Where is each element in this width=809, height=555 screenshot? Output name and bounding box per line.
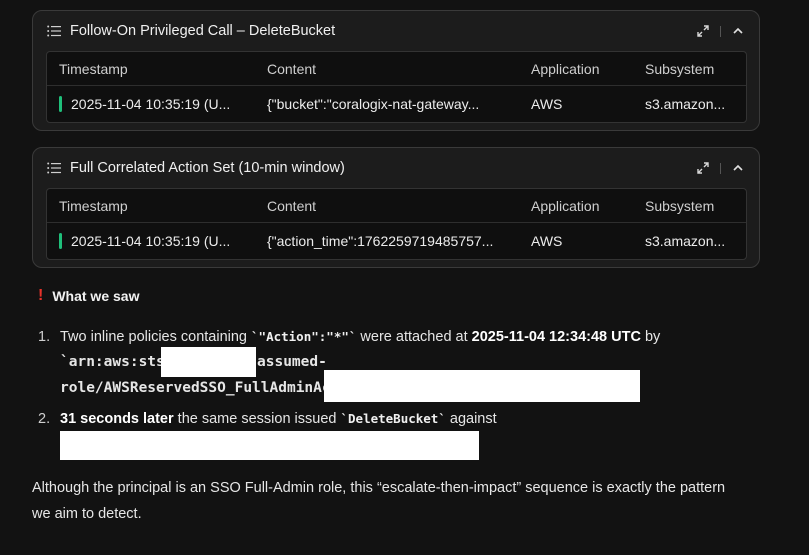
severity-indicator xyxy=(59,233,62,249)
expand-icon[interactable] xyxy=(694,22,712,40)
section-heading: ! What we saw xyxy=(38,287,139,305)
summary-paragraph: Although the principal is an SSO Full-Ad… xyxy=(32,475,792,527)
section-heading-text: What we saw xyxy=(52,288,140,304)
list-icon xyxy=(47,25,61,37)
widget-header: Follow-On Privileged Call – DeleteBucket xyxy=(33,11,759,51)
list-item: 31 seconds later the same session issued… xyxy=(60,406,760,432)
text: against xyxy=(445,411,497,427)
cell-application: AWS xyxy=(531,233,563,249)
table-header-row: Timestamp Content Application Subsystem xyxy=(47,52,746,86)
bold-text: 31 seconds later xyxy=(60,411,174,427)
widget-title: Full Correlated Action Set (10-min windo… xyxy=(70,160,345,176)
chevron-up-icon[interactable] xyxy=(729,22,747,40)
column-header-content[interactable]: Content xyxy=(257,198,519,214)
list-icon xyxy=(47,162,61,174)
summary-line: we aim to detect. xyxy=(32,506,142,522)
summary-line: Although the principal is an SSO Full-Ad… xyxy=(32,480,726,496)
table-header-row: Timestamp Content Application Subsystem xyxy=(47,189,746,223)
bold-text: 2025-11-04 12:34:48 UTC xyxy=(471,329,641,345)
text: were attached at xyxy=(356,329,472,345)
cell-subsystem: s3.amazon... xyxy=(645,233,726,249)
redacted-block xyxy=(161,347,256,377)
divider xyxy=(720,162,721,174)
table-row[interactable]: 2025-11-04 10:35:19 (U... {"bucket":"cor… xyxy=(47,86,746,122)
chevron-up-icon[interactable] xyxy=(729,159,747,177)
column-header-application[interactable]: Application xyxy=(519,61,633,77)
cell-subsystem: s3.amazon... xyxy=(645,96,726,112)
list-number: 2. xyxy=(38,411,51,427)
inline-code: `DeleteBucket` xyxy=(340,411,446,426)
widget-card-correlated-actions: Full Correlated Action Set (10-min windo… xyxy=(32,147,760,268)
column-header-application[interactable]: Application xyxy=(519,198,633,214)
redacted-block xyxy=(324,370,640,402)
inline-code: `"Action":"*"` xyxy=(251,329,357,344)
text: the same session issued xyxy=(173,411,341,427)
redacted-block xyxy=(60,431,479,460)
widget-header: Full Correlated Action Set (10-min windo… xyxy=(33,148,759,188)
column-header-timestamp[interactable]: Timestamp xyxy=(47,198,257,214)
cell-timestamp: 2025-11-04 10:35:19 (U... xyxy=(71,233,231,249)
column-header-timestamp[interactable]: Timestamp xyxy=(47,61,257,77)
text: by xyxy=(640,329,661,345)
expand-icon[interactable] xyxy=(694,159,712,177)
cell-content: {"action_time":1762259719485757... xyxy=(267,233,494,249)
column-header-subsystem[interactable]: Subsystem xyxy=(633,198,746,214)
logs-table: Timestamp Content Application Subsystem … xyxy=(46,188,747,260)
divider xyxy=(720,25,721,37)
inline-code-arn-cont: assumed- xyxy=(257,354,327,370)
logs-table: Timestamp Content Application Subsystem … xyxy=(46,51,747,123)
severity-indicator xyxy=(59,96,62,112)
exclamation-icon: ! xyxy=(38,287,44,304)
widget-title: Follow-On Privileged Call – DeleteBucket xyxy=(70,23,336,39)
list-number: 1. xyxy=(38,329,51,345)
cell-content: {"bucket":"coralogix-nat-gateway... xyxy=(267,96,480,112)
widget-card-deletebucket: Follow-On Privileged Call – DeleteBucket… xyxy=(32,10,760,131)
cell-timestamp: 2025-11-04 10:35:19 (U... xyxy=(71,96,231,112)
cell-application: AWS xyxy=(531,96,563,112)
table-row[interactable]: 2025-11-04 10:35:19 (U... {"action_time"… xyxy=(47,223,746,259)
column-header-content[interactable]: Content xyxy=(257,61,519,77)
text: Two inline policies containing xyxy=(60,329,252,345)
column-header-subsystem[interactable]: Subsystem xyxy=(633,61,746,77)
